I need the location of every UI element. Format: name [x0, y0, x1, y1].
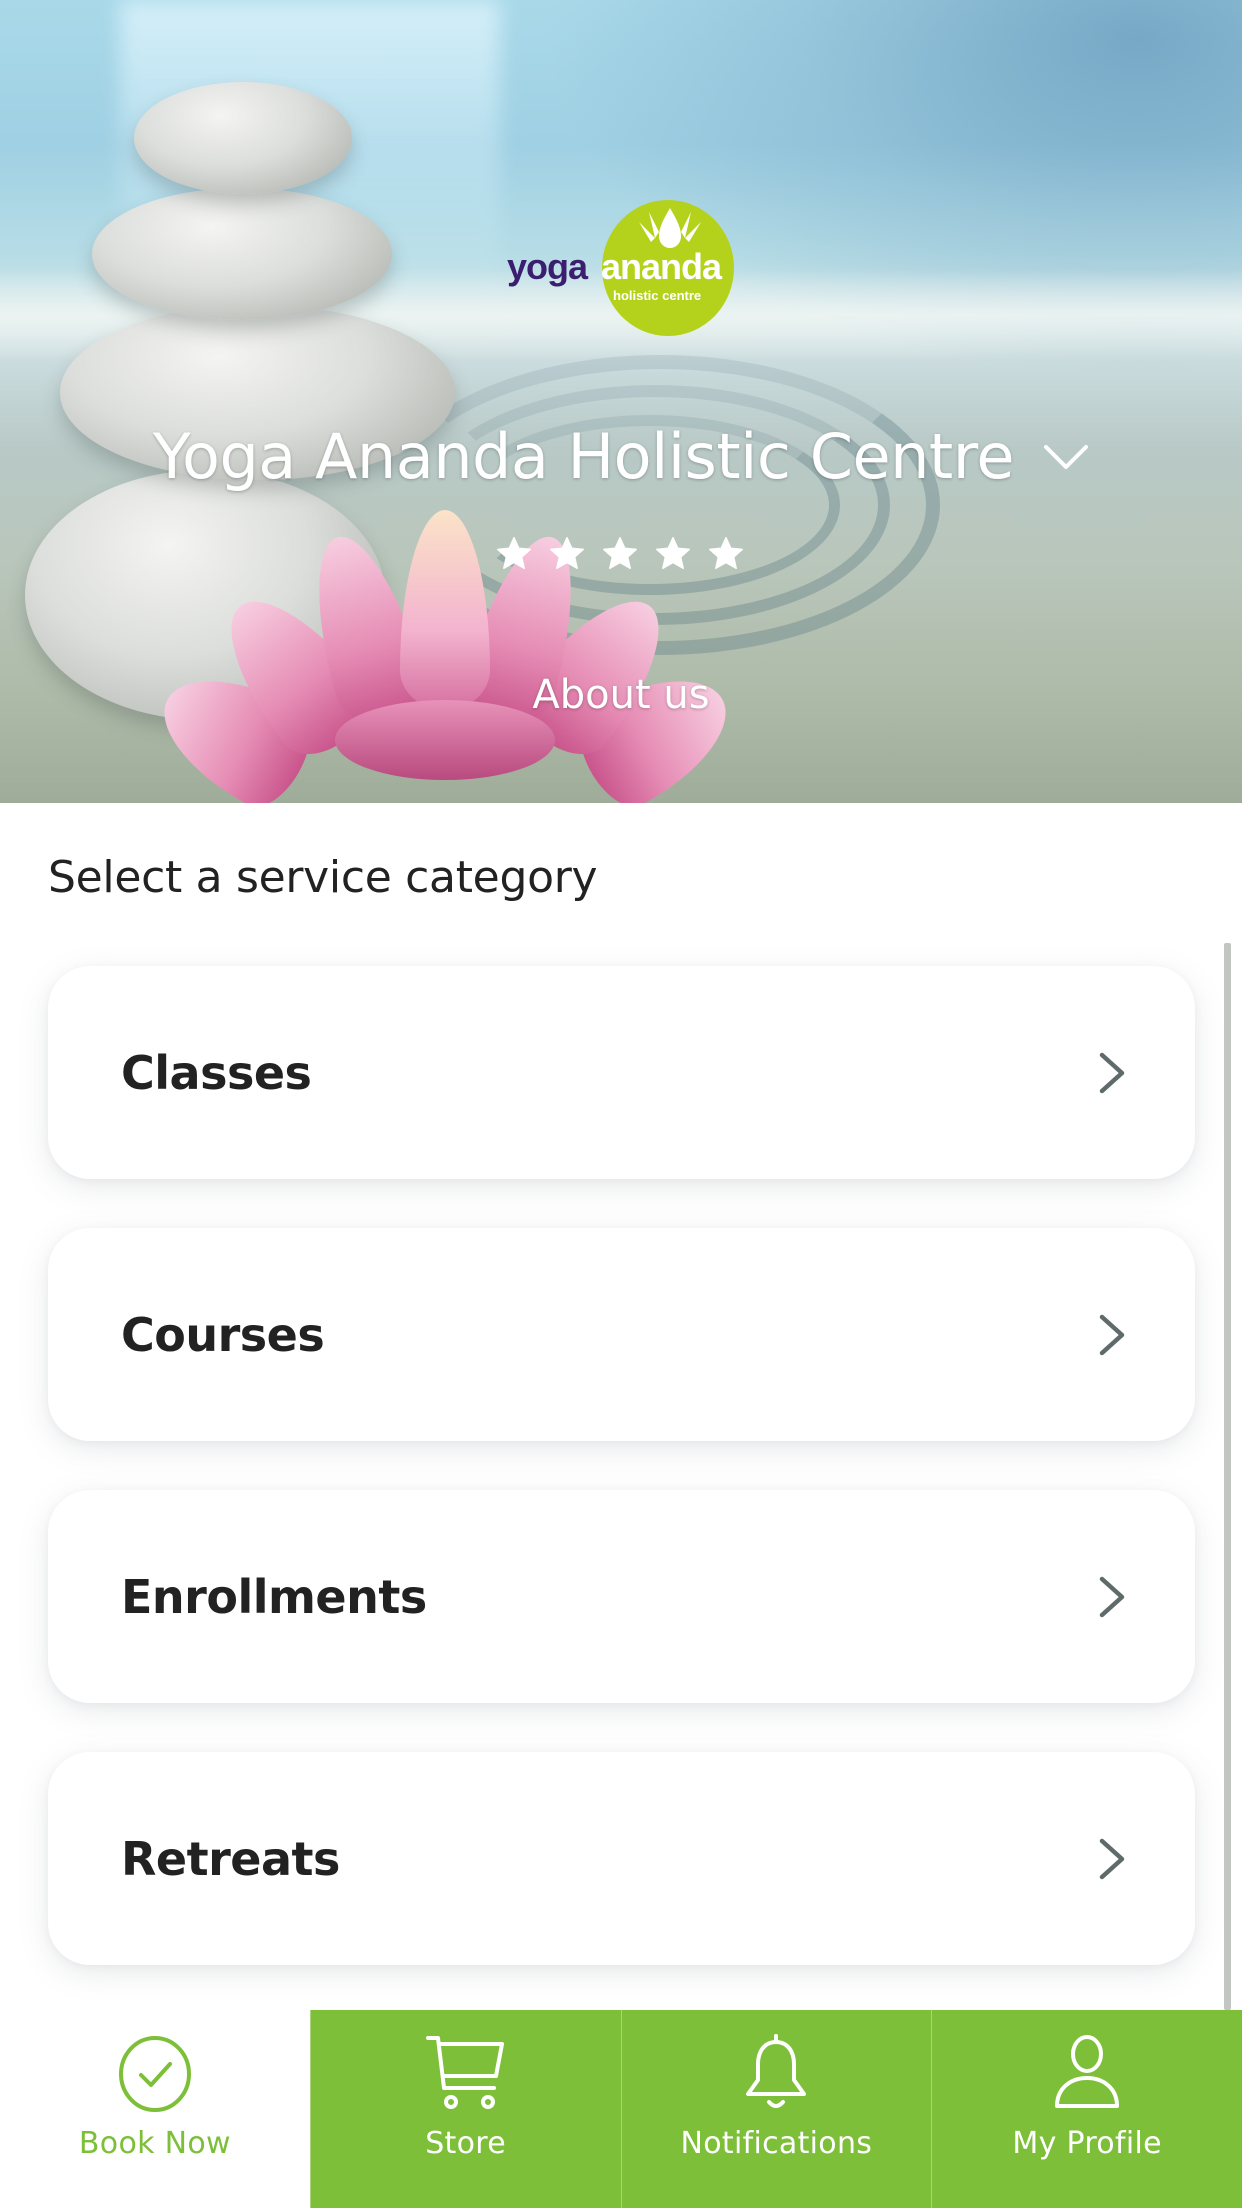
- bottom-nav: Book Now Store Notifications My Profile: [0, 2010, 1242, 2208]
- star-icon: [709, 537, 743, 570]
- chevron-right-icon: [1099, 1052, 1125, 1093]
- category-label: Enrollments: [121, 1569, 427, 1624]
- stone-second: [92, 188, 392, 320]
- chevron-right-icon: [1099, 1576, 1125, 1617]
- hero-banner: yoga ananda holistic centre Yoga Ananda …: [0, 0, 1242, 803]
- category-label: Classes: [121, 1045, 312, 1100]
- nav-tab-book-now[interactable]: Book Now: [0, 2010, 310, 2208]
- chevron-right-icon: [1099, 1314, 1125, 1355]
- rating-stars: [495, 535, 745, 575]
- category-label: Courses: [121, 1307, 325, 1362]
- logo-word-yoga: yoga: [507, 246, 588, 287]
- brand-logo: yoga ananda holistic centre: [505, 198, 737, 338]
- star-icon: [603, 537, 637, 570]
- logo-word-ananda: ananda: [601, 246, 722, 287]
- stone-top: [134, 82, 352, 194]
- lotus-logo-icon: [639, 208, 701, 248]
- nav-tab-my-profile[interactable]: My Profile: [931, 2010, 1242, 2208]
- nav-label: Store: [425, 2126, 507, 2161]
- star-icon: [497, 537, 531, 570]
- star-icon: [656, 537, 690, 570]
- category-card-enrollments[interactable]: Enrollments: [48, 1490, 1195, 1703]
- business-name: Yoga Ananda Holistic Centre: [152, 420, 1015, 493]
- category-card-courses[interactable]: Courses: [48, 1228, 1195, 1441]
- nav-label: Notifications: [680, 2126, 873, 2161]
- lotus-flower: [141, 470, 749, 803]
- chevron-right-icon: [1099, 1838, 1125, 1879]
- check-circle-icon: [118, 2036, 191, 2112]
- chevron-down-icon[interactable]: [1043, 442, 1089, 472]
- category-card-retreats[interactable]: Retreats: [48, 1752, 1195, 1965]
- category-label: Retreats: [121, 1831, 340, 1886]
- section-heading: Select a service category: [48, 852, 598, 903]
- bell-icon: [746, 2034, 807, 2108]
- category-card-classes[interactable]: Classes: [48, 966, 1195, 1179]
- about-us-link[interactable]: About us: [0, 672, 1242, 718]
- cart-icon: [425, 2036, 504, 2109]
- nav-tab-store[interactable]: Store: [309, 2010, 621, 2208]
- scrollbar[interactable]: [1224, 943, 1231, 2010]
- star-icon: [550, 537, 584, 570]
- nav-label: Book Now: [78, 2126, 231, 2161]
- user-icon: [1055, 2035, 1120, 2108]
- nav-tab-notifications[interactable]: Notifications: [620, 2010, 932, 2208]
- nav-label: My Profile: [1012, 2126, 1162, 2161]
- logo-tagline: holistic centre: [613, 288, 702, 303]
- business-selector[interactable]: Yoga Ananda Holistic Centre: [0, 420, 1242, 493]
